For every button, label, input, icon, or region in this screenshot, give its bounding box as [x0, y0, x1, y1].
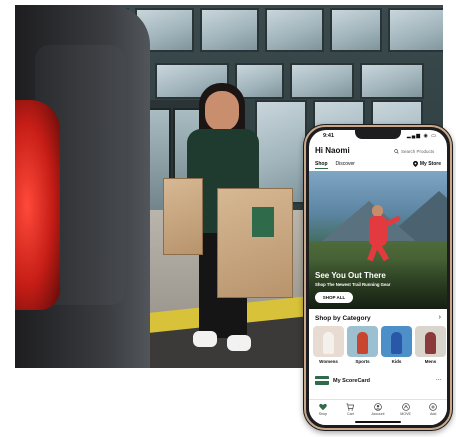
category-heading: Shop by Category	[315, 315, 371, 322]
nav-label: Cart	[346, 412, 354, 416]
category-image	[415, 326, 446, 357]
scorecard-card-icon	[315, 376, 329, 385]
nav-label: Account	[371, 412, 385, 416]
hero-subtitle: Shop The Newest Trail Running Gear	[315, 282, 391, 287]
chevron-right-icon[interactable]: ›	[439, 314, 441, 321]
scorecard-label: My ScoreCard	[333, 377, 370, 384]
tab-discover[interactable]: Discover	[336, 161, 355, 169]
search-field[interactable]: Search Products	[394, 147, 434, 156]
nav-shop[interactable]: Shop	[312, 403, 334, 416]
greeting-title: Hi Naomi	[315, 146, 350, 155]
scorecard-row[interactable]: My ScoreCard	[315, 376, 370, 385]
search-icon	[394, 149, 399, 154]
search-placeholder: Search Products	[401, 149, 435, 154]
nav-label: Shop	[318, 412, 327, 416]
nav-move[interactable]: MOVE	[395, 403, 417, 416]
heart-icon	[319, 403, 327, 411]
car-hatch	[15, 5, 150, 368]
my-store-label: My Store	[419, 161, 441, 167]
nav-account[interactable]: Account	[367, 403, 389, 416]
shop-tabs: Shop Discover	[315, 161, 355, 169]
category-mens[interactable]: Mens	[415, 326, 446, 364]
location-pin-icon	[412, 161, 418, 167]
category-label: Womens	[319, 359, 338, 364]
home-indicator	[355, 421, 401, 423]
more-dots-icon[interactable]: ...	[436, 376, 441, 382]
shop-all-button[interactable]: SHOP ALL	[315, 292, 353, 303]
account-icon	[374, 403, 382, 411]
employee-with-bags	[163, 83, 293, 368]
hero-banner[interactable]: See You Out There Shop The Newest Trail …	[309, 171, 447, 309]
nav-cart[interactable]: Cart	[339, 403, 361, 416]
status-icons: ▂▄▆ ◉ ▭	[406, 133, 437, 139]
nav-label: MOVE	[400, 412, 411, 416]
category-sports[interactable]: Sports	[347, 326, 378, 364]
phone-device: 9:41 ▂▄▆ ◉ ▭ Hi Naomi Search Products Sh…	[303, 124, 453, 431]
move-icon	[401, 403, 410, 411]
tab-shop[interactable]: Shop	[315, 161, 328, 169]
nav-label: Add	[429, 412, 437, 416]
plus-icon	[429, 403, 437, 411]
category-label: Kids	[391, 359, 402, 364]
my-store-link[interactable]: My Store	[412, 161, 441, 167]
app-screen: 9:41 ▂▄▆ ◉ ▭ Hi Naomi Search Products Sh…	[309, 130, 447, 425]
category-image	[381, 326, 412, 357]
phone-notch	[355, 130, 401, 139]
category-label: Sports	[355, 359, 370, 364]
category-womens[interactable]: Womens	[313, 326, 344, 364]
cart-icon	[346, 403, 355, 411]
category-image	[347, 326, 378, 357]
hero-title: See You Out There	[315, 271, 386, 280]
nav-add[interactable]: Add	[422, 403, 444, 416]
category-image	[313, 326, 344, 357]
category-list: Womens Sports Kids Mens	[313, 326, 446, 364]
status-time: 9:41	[323, 133, 335, 139]
shopping-bag-right	[217, 188, 293, 298]
category-label: Mens	[424, 359, 437, 364]
shopping-bag-left	[163, 178, 203, 255]
category-kids[interactable]: Kids	[381, 326, 412, 364]
car-taillight	[15, 100, 60, 310]
